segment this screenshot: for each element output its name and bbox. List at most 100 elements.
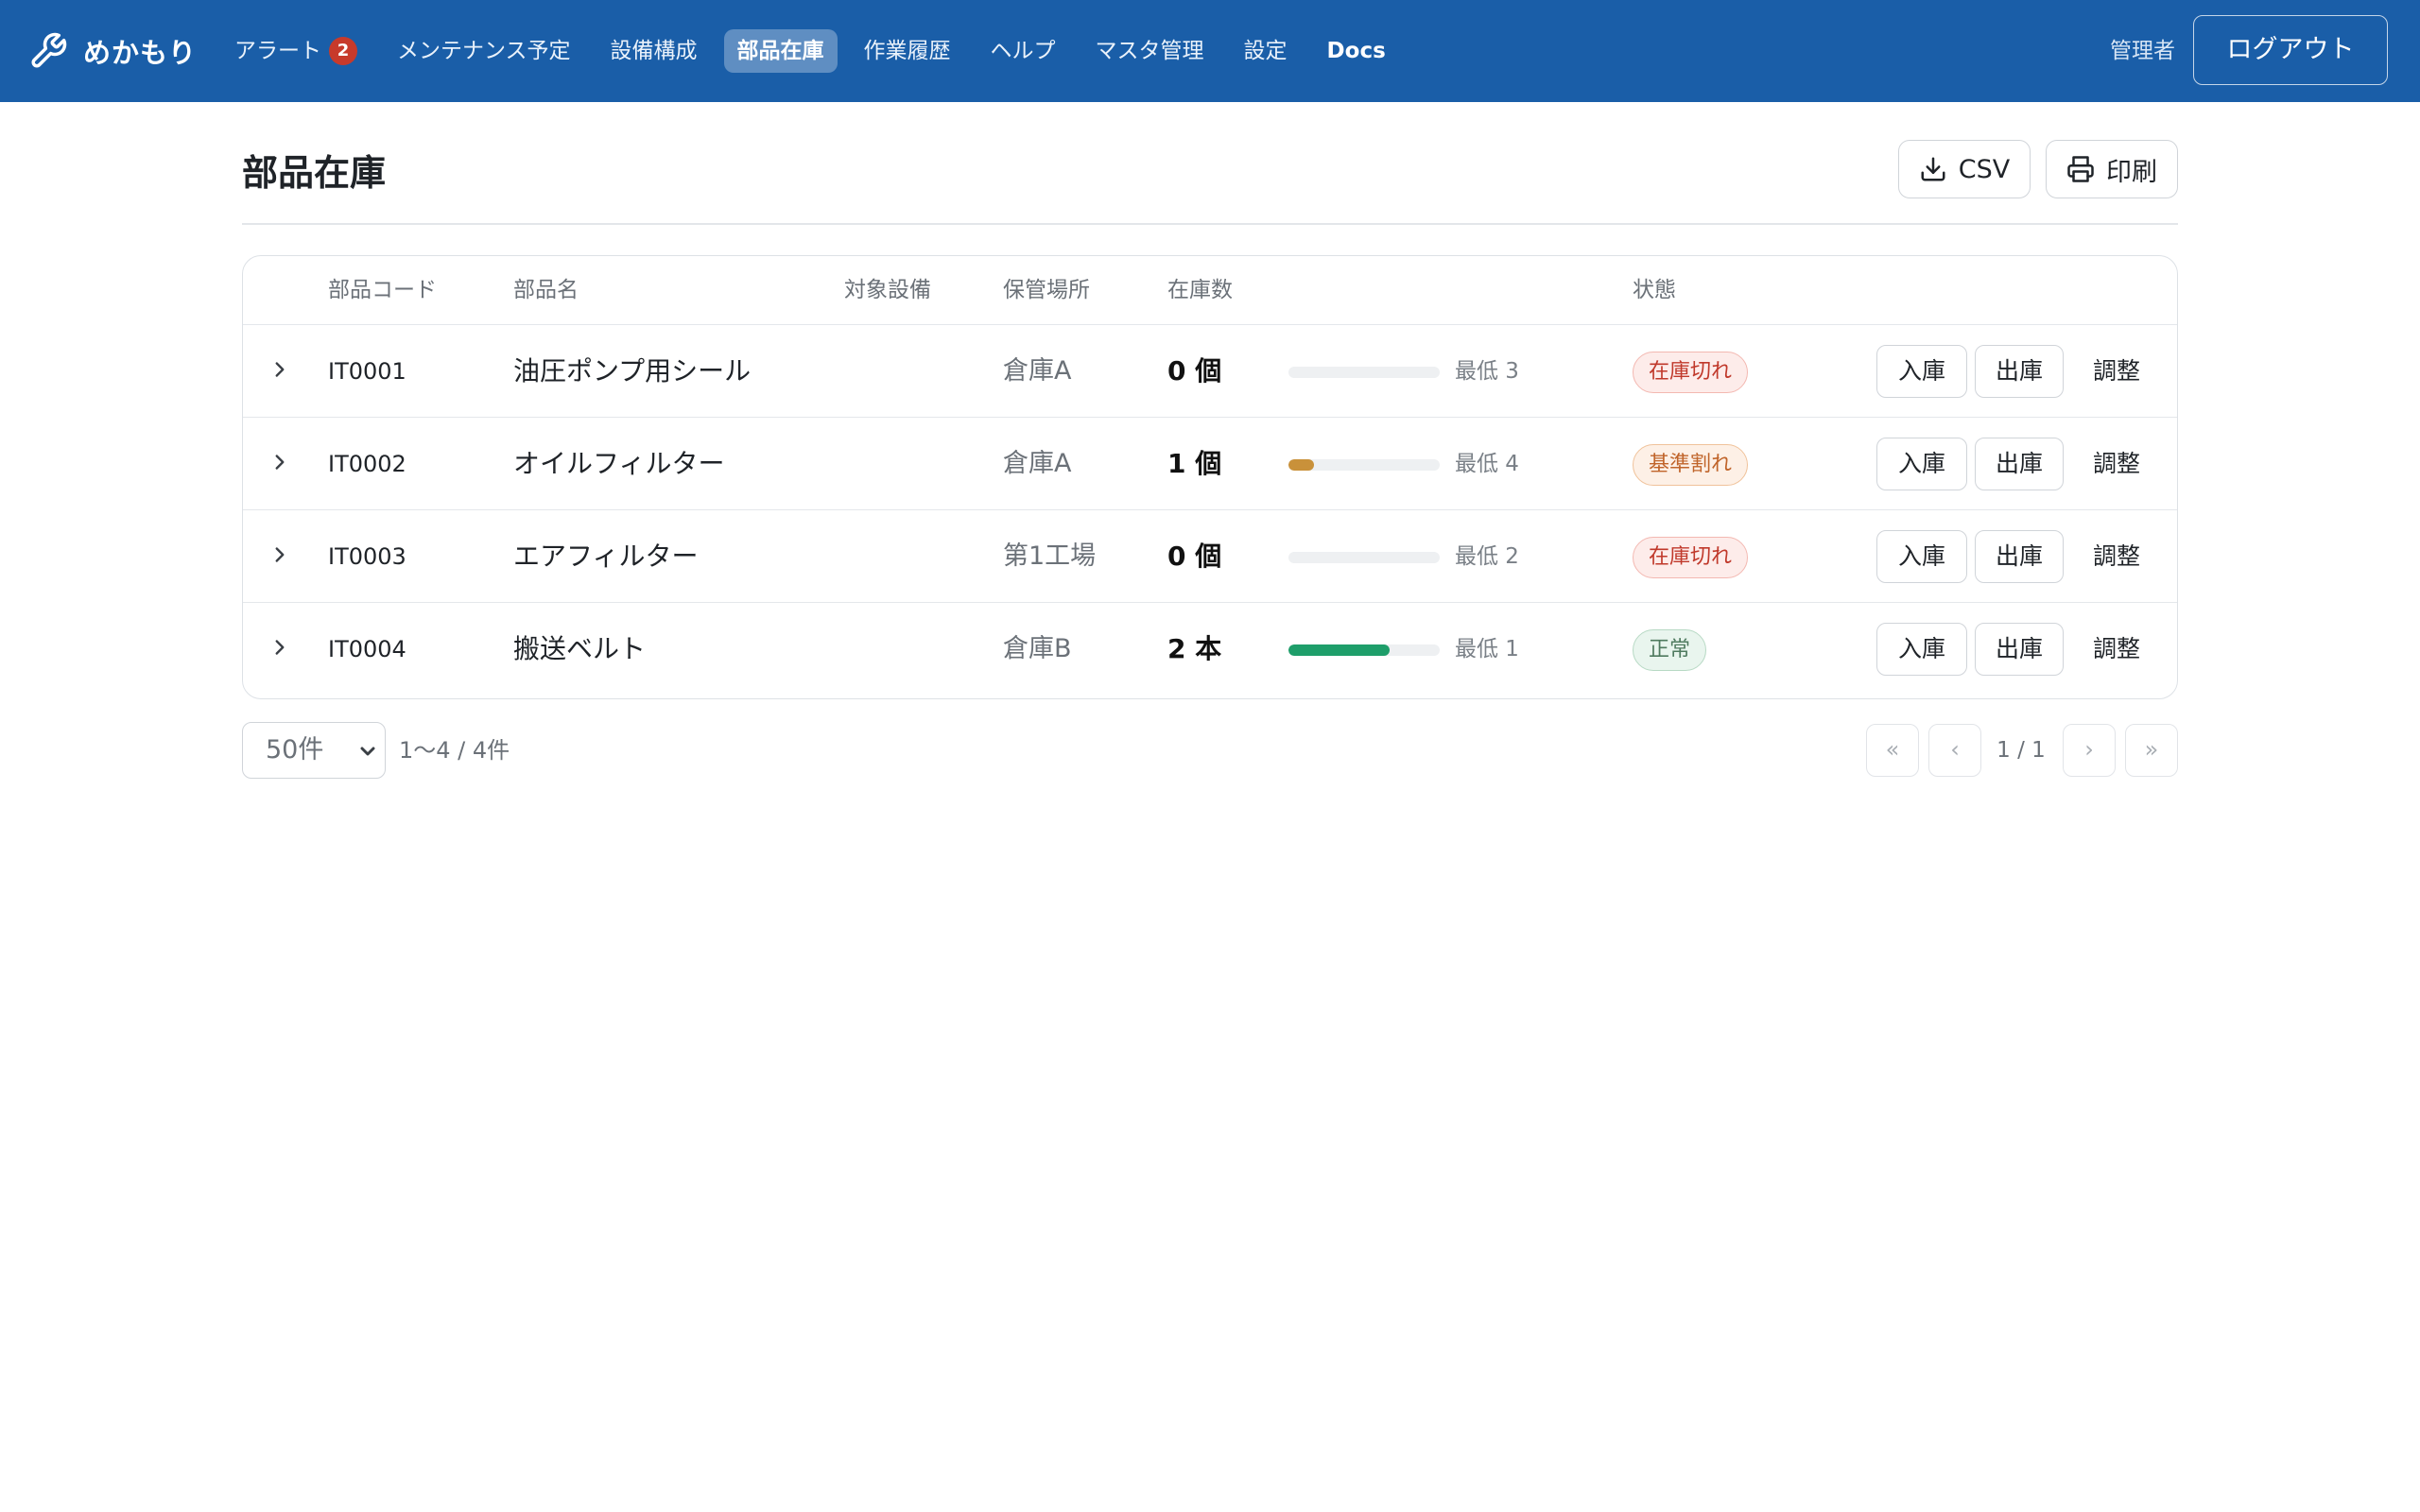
parts-table: 部品コード 部品名 対象設備 保管場所 在庫数 状態 IT0001 油圧ポンプ用… [242, 255, 2178, 699]
part-name: 油圧ポンプ用シール [513, 355, 752, 387]
column-header-equipment[interactable]: 対象設備 [844, 256, 931, 324]
stock-out-button[interactable]: 出庫 [1975, 438, 2064, 490]
top-navbar: めかもり アラート 2 メンテナンス予定 設備構成 部品在庫 作業履歴 ヘルプ … [0, 0, 2420, 102]
status-cell: 在庫切れ [1633, 325, 1749, 418]
print-button-label: 印刷 [2106, 157, 2157, 187]
column-header-location[interactable]: 保管場所 [1003, 256, 1090, 324]
adjust-button[interactable]: 調整 [2079, 438, 2154, 490]
nav-item-work-history[interactable]: 作業履歴 [851, 29, 964, 73]
status-badge: 基準割れ [1633, 443, 1749, 486]
prev-page-button[interactable]: ‹ [1928, 724, 1981, 777]
page-title: 部品在庫 [242, 152, 387, 194]
adjust-button[interactable]: 調整 [2079, 345, 2154, 398]
stock-level-bar [1288, 552, 1440, 563]
brand[interactable]: めかもり [28, 0, 197, 102]
csv-download-button[interactable]: CSV [1898, 140, 2031, 198]
minimum-stock: 最低 1 [1455, 637, 1519, 662]
download-icon [1921, 157, 1945, 181]
logout-button[interactable]: ログアウト [2193, 15, 2388, 85]
brand-name: めかもり [83, 37, 198, 69]
page-indicator: 1 / 1 [1996, 738, 2046, 763]
table-row[interactable]: IT0003 エアフィルター 第1工場 0 個 最低 2 在庫切れ 入庫 出庫 … [243, 509, 2177, 603]
stock-level-bar [1288, 644, 1440, 656]
part-code: IT0001 [328, 358, 406, 385]
wrench-icon [31, 32, 67, 68]
part-name: 搬送ベルト [513, 633, 647, 664]
nav-item-alerts[interactable]: アラート 2 [221, 29, 371, 73]
nav-item-equipment[interactable]: 設備構成 [597, 29, 711, 73]
nav-item-label: アラート [234, 39, 321, 63]
status-badge: 在庫切れ [1633, 536, 1749, 578]
chevron-right-icon [275, 639, 285, 655]
table-row[interactable]: IT0001 油圧ポンプ用シール 倉庫A 0 個 最低 3 在庫切れ 入庫 出庫… [243, 324, 2177, 418]
status-badge: 在庫切れ [1633, 351, 1749, 393]
first-page-button[interactable]: « [1866, 724, 1919, 777]
header-divider [242, 223, 2178, 225]
status-cell: 在庫切れ [1633, 510, 1749, 603]
minimum-stock: 最低 3 [1455, 359, 1519, 384]
stock-out-button[interactable]: 出庫 [1975, 530, 2064, 583]
minimum-stock: 最低 2 [1455, 544, 1519, 569]
status-cell: 正常 [1633, 603, 1707, 696]
main-nav: アラート 2 メンテナンス予定 設備構成 部品在庫 作業履歴 ヘルプ マスタ管理… [221, 0, 1412, 102]
nav-item-docs[interactable]: Docs [1314, 29, 1399, 73]
part-code: IT0003 [328, 543, 406, 570]
last-page-button[interactable]: » [2125, 724, 2178, 777]
table-row[interactable]: IT0002 オイルフィルター 倉庫A 1 個 最低 4 基準割れ 入庫 出庫 … [243, 417, 2177, 510]
stock-in-button[interactable]: 入庫 [1876, 530, 1967, 583]
expand-row-button[interactable] [268, 603, 296, 696]
per-page-value: 50件 [266, 735, 324, 765]
stock-level-bar [1288, 459, 1440, 471]
chevron-down-icon [360, 747, 375, 756]
alert-count-badge: 2 [329, 37, 357, 65]
minimum-stock: 最低 4 [1455, 452, 1519, 476]
printer-icon [2067, 156, 2094, 182]
expand-row-button[interactable] [268, 510, 296, 603]
chevron-right-icon [275, 546, 285, 562]
storage-location: 倉庫A [1003, 449, 1072, 478]
stock-level-bar [1288, 367, 1440, 378]
nav-item-master[interactable]: マスタ管理 [1082, 29, 1218, 73]
stock-in-button[interactable]: 入庫 [1876, 438, 1967, 490]
result-count: 1〜4 / 4件 [399, 737, 510, 764]
user-name: 管理者 [2110, 39, 2175, 63]
stock-level-fill [1288, 459, 1315, 471]
part-code: IT0004 [328, 636, 406, 662]
table-row[interactable]: IT0004 搬送ベルト 倉庫B 2 本 最低 1 正常 入庫 出庫 調整 [243, 602, 2177, 696]
storage-location: 第1工場 [1003, 541, 1097, 571]
stock-in-button[interactable]: 入庫 [1876, 345, 1967, 398]
adjust-button[interactable]: 調整 [2079, 530, 2154, 583]
stock-in-button[interactable]: 入庫 [1876, 623, 1967, 676]
stock-quantity: 0 個 [1167, 355, 1222, 387]
stock-level-fill [1288, 644, 1391, 656]
chevron-right-icon [275, 361, 285, 377]
status-cell: 基準割れ [1633, 418, 1749, 510]
column-header-code[interactable]: 部品コード [328, 256, 437, 324]
next-page-button[interactable]: › [2063, 724, 2116, 777]
expand-row-button[interactable] [268, 325, 296, 418]
column-header-name[interactable]: 部品名 [513, 256, 579, 324]
part-code: IT0002 [328, 451, 406, 477]
stock-quantity: 0 個 [1167, 541, 1222, 572]
nav-item-maintenance[interactable]: メンテナンス予定 [384, 29, 584, 73]
stock-out-button[interactable]: 出庫 [1975, 345, 2064, 398]
storage-location: 倉庫B [1003, 634, 1072, 663]
column-header-status[interactable]: 状態 [1633, 256, 1676, 324]
csv-button-label: CSV [1958, 154, 2011, 184]
storage-location: 倉庫A [1003, 356, 1072, 386]
stock-out-button[interactable]: 出庫 [1975, 623, 2064, 676]
nav-item-help[interactable]: ヘルプ [977, 29, 1069, 73]
per-page-select[interactable]: 50件 [242, 722, 386, 779]
expand-row-button[interactable] [268, 418, 296, 510]
nav-item-settings[interactable]: 設定 [1231, 29, 1301, 73]
status-badge: 正常 [1633, 628, 1707, 671]
stock-quantity: 1 個 [1167, 448, 1222, 479]
print-button[interactable]: 印刷 [2046, 140, 2178, 198]
column-header-qty[interactable]: 在庫数 [1167, 256, 1233, 324]
nav-item-parts-inventory[interactable]: 部品在庫 [723, 29, 838, 73]
part-name: エアフィルター [513, 541, 699, 572]
part-name: オイルフィルター [513, 448, 725, 479]
adjust-button[interactable]: 調整 [2079, 623, 2154, 676]
stock-quantity: 2 本 [1167, 633, 1222, 664]
chevron-right-icon [275, 454, 285, 470]
